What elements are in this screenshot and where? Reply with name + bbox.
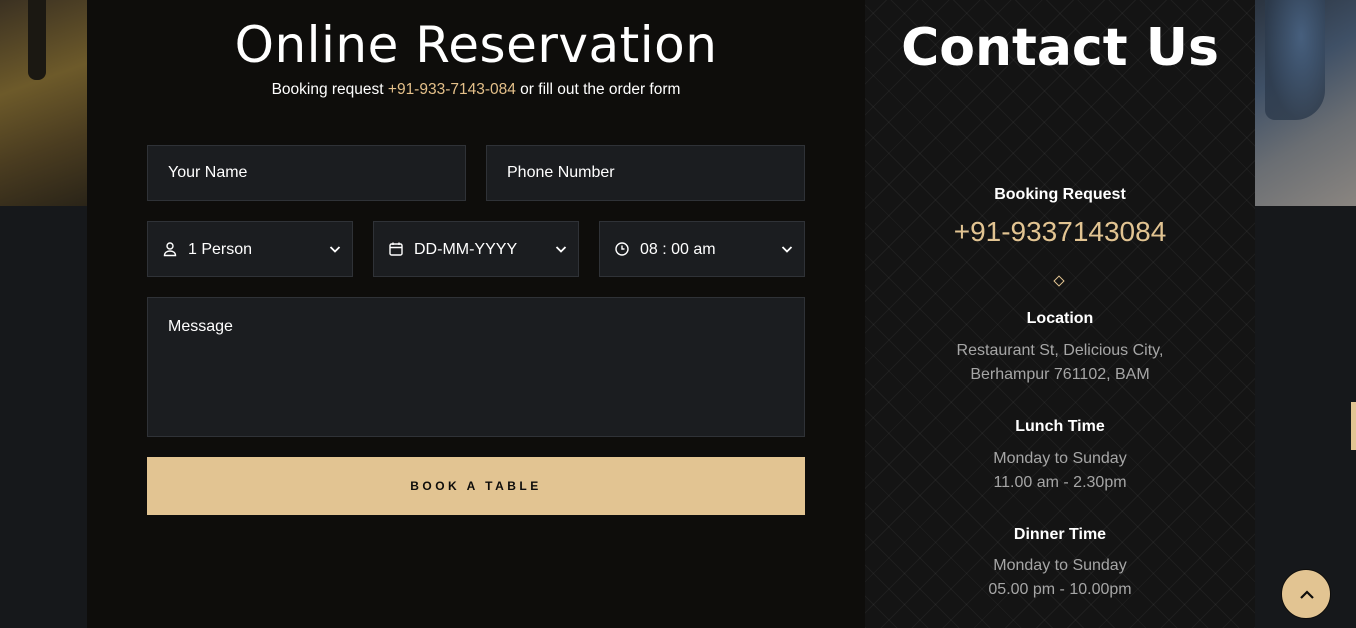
reservation-form-card: Online Reservation Booking request +91-9…: [87, 0, 865, 628]
chevron-down-icon: [329, 246, 341, 253]
phone-input[interactable]: Phone Number: [486, 145, 805, 201]
reservation-subtitle: Booking request +91-933-7143-084 or fill…: [87, 81, 865, 99]
subtitle-phone-link[interactable]: +91-933-7143-084: [388, 81, 516, 98]
calendar-icon: [389, 242, 403, 256]
location-heading: Location: [1026, 310, 1094, 327]
message-textarea[interactable]: Message: [147, 297, 805, 437]
chevron-down-icon: [555, 246, 567, 253]
contact-title: Contact Us: [901, 18, 1219, 78]
lunch-time-heading: Lunch Time: [1015, 418, 1105, 435]
location-line-1: Restaurant St, Delicious City,: [956, 342, 1164, 359]
date-select-value: DD-MM-YYYY: [414, 241, 518, 258]
chevron-down-icon: [781, 246, 793, 253]
location-line-2: Berhampur 761102, BAM: [970, 366, 1150, 383]
person-select[interactable]: 1 Person: [147, 221, 353, 277]
side-edge-tab[interactable]: [1351, 402, 1356, 450]
dinner-hours: 05.00 pm - 10.00pm: [988, 581, 1132, 598]
time-select-value: 08 : 00 am: [640, 241, 716, 258]
reservation-title: Online Reservation: [234, 16, 718, 74]
dinner-time-heading: Dinner Time: [1013, 526, 1107, 543]
subtitle-text-before: Booking request: [271, 81, 388, 98]
chevron-up-icon: [1300, 590, 1314, 599]
clock-icon: [615, 242, 629, 256]
phone-placeholder: Phone Number: [507, 164, 615, 181]
date-select[interactable]: DD-MM-YYYY: [373, 221, 579, 277]
background-photo-right: [1255, 0, 1356, 206]
user-icon: [163, 242, 177, 257]
person-select-value: 1 Person: [188, 241, 253, 258]
booking-phone-link[interactable]: +91-9337143084: [865, 216, 1255, 248]
book-a-table-button[interactable]: BOOK A TABLE: [147, 457, 805, 515]
message-placeholder: Message: [168, 318, 233, 335]
diamond-divider-icon: [1053, 275, 1065, 287]
time-select[interactable]: 08 : 00 am: [599, 221, 805, 277]
contact-panel: Contact Us Booking Request +91-933714308…: [865, 0, 1255, 628]
dinner-days: Monday to Sunday: [993, 557, 1127, 574]
booking-request-heading: Booking Request: [994, 186, 1126, 203]
name-placeholder: Your Name: [168, 164, 248, 181]
name-input[interactable]: Your Name: [147, 145, 466, 201]
lunch-days: Monday to Sunday: [993, 450, 1127, 467]
lunch-hours: 11.00 am - 2.30pm: [993, 474, 1127, 491]
back-to-top-button[interactable]: [1281, 569, 1331, 619]
subtitle-text-after: or fill out the order form: [515, 81, 681, 98]
background-photo-left: [0, 0, 87, 206]
